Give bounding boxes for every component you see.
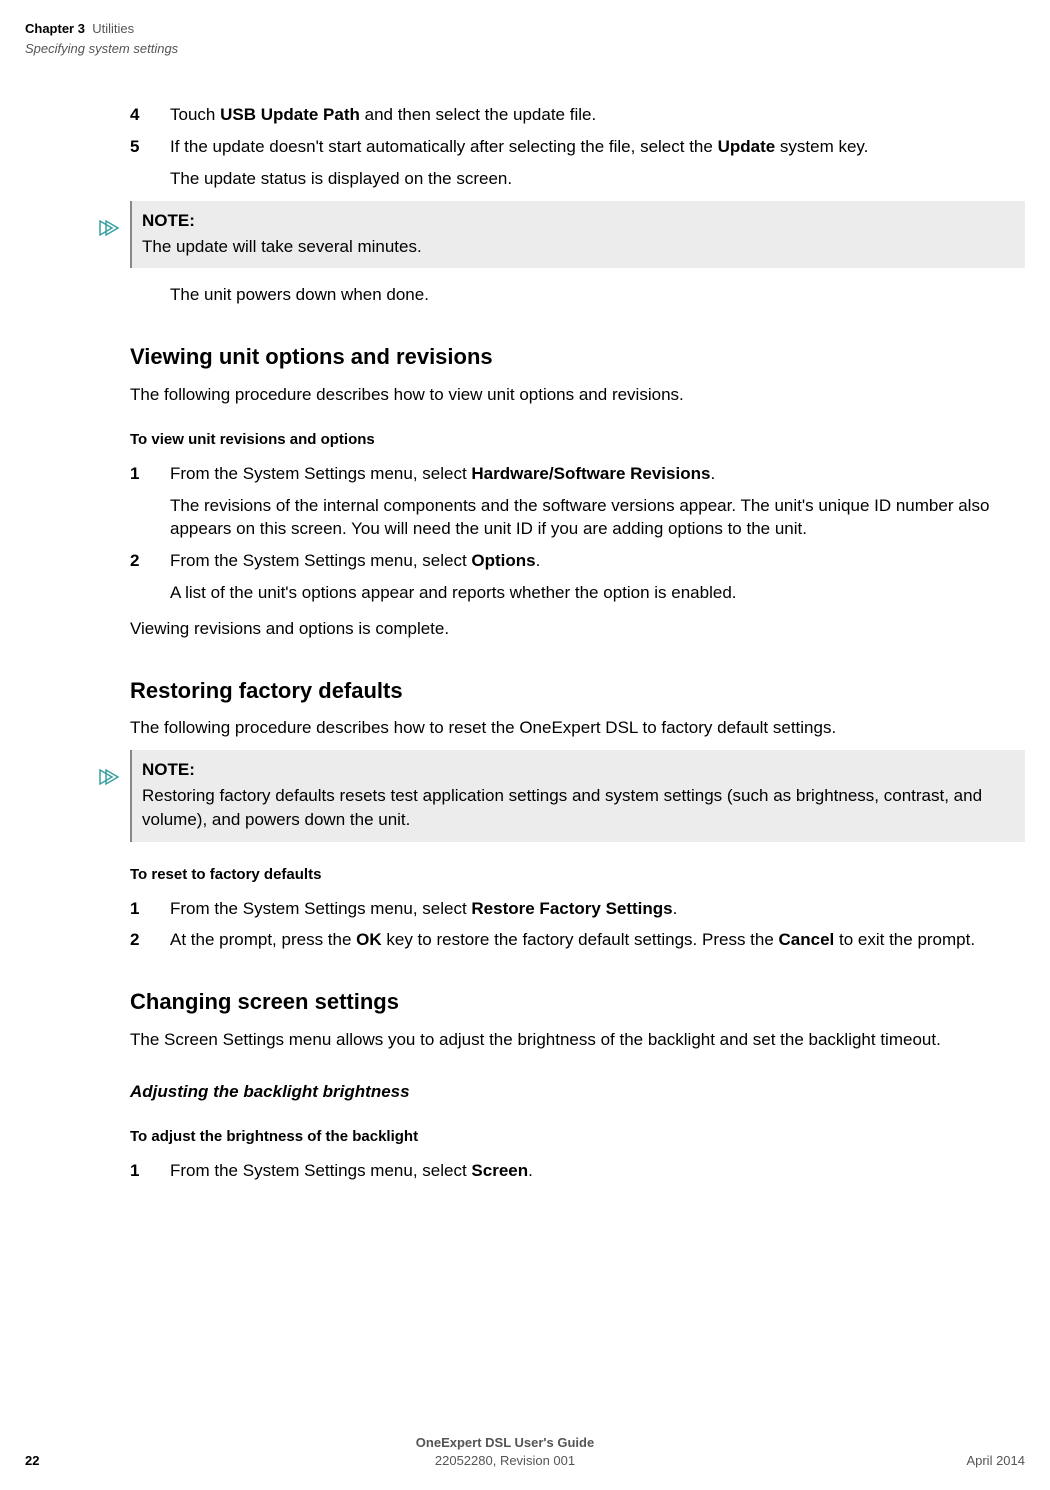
step-text: At the prompt, press the OK key to resto… [170,928,1025,952]
bold-text: Screen [471,1161,528,1180]
text: system key. [775,137,868,156]
text: and then select the update file. [360,105,596,124]
text: . [673,899,678,918]
step-number: 1 [130,1159,170,1183]
text: to exit the prompt. [834,930,975,949]
bold-text: Update [718,137,776,156]
text: . [528,1161,533,1180]
note-text: Restoring factory defaults resets test a… [142,784,1015,832]
bold-text: USB Update Path [220,105,360,124]
task-heading: To view unit revisions and options [130,429,1025,450]
text: key to restore the factory default setti… [382,930,779,949]
step-sub: A list of the unit's options appear and … [170,581,1025,605]
step-number: 1 [130,897,170,921]
note-block: NOTE: The update will take several minut… [90,201,1025,269]
header-section: Specifying system settings [25,40,1025,58]
step-4: 4 Touch USB Update Path and then select … [130,103,1025,127]
step-text: From the System Settings menu, select Re… [170,897,1025,921]
closing-text: Viewing revisions and options is complet… [130,617,1025,641]
section-heading-restoring-defaults: Restoring factory defaults [130,676,1025,707]
step-number: 5 [130,135,170,191]
section-heading-screen-settings: Changing screen settings [130,987,1025,1018]
step-text: Touch USB Update Path and then select th… [170,103,1025,127]
step-text: From the System Settings menu, select Op… [170,549,1025,605]
note-content: NOTE: Restoring factory defaults resets … [130,750,1025,841]
bold-text: Hardware/Software Revisions [471,464,710,483]
step-5: 5 If the update doesn't start automatica… [130,135,1025,191]
main-content: 4 Touch USB Update Path and then select … [130,103,1025,1182]
note-label: NOTE: [142,209,1015,233]
section-intro: The following procedure describes how to… [130,383,1025,407]
step-sub: The revisions of the internal components… [170,494,1025,542]
text: At the prompt, press the [170,930,356,949]
note-arrow-icon [90,750,130,786]
bold-text: OK [356,930,382,949]
task-heading: To reset to factory defaults [130,864,1025,885]
post-note-text: The unit powers down when done. [170,283,1025,307]
chapter-title: Utilities [92,21,134,36]
note-block: NOTE: Restoring factory defaults resets … [90,750,1025,841]
step-1: 1 From the System Settings menu, select … [130,1159,1025,1183]
header-chapter: Chapter 3 Utilities [25,20,1025,38]
step-number: 2 [130,549,170,605]
doc-title: OneExpert DSL User's Guide [85,1434,925,1452]
step-sub: The update status is displayed on the sc… [170,167,1025,191]
sub-heading-backlight: Adjusting the backlight brightness [130,1080,1025,1104]
step-number: 4 [130,103,170,127]
page-footer: 22 OneExpert DSL User's Guide 22052280, … [25,1434,1025,1470]
step-text: From the System Settings menu, select Sc… [170,1159,1025,1183]
text: From the System Settings menu, select [170,1161,471,1180]
note-text: The update will take several minutes. [142,235,1015,259]
section-intro: The Screen Settings menu allows you to a… [130,1028,1025,1052]
step-2: 2 At the prompt, press the OK key to res… [130,928,1025,952]
text: From the System Settings menu, select [170,899,471,918]
text: If the update doesn't start automaticall… [170,137,718,156]
text: From the System Settings menu, select [170,464,471,483]
chapter-label: Chapter 3 [25,21,85,36]
doc-number: 22052280, Revision 001 [85,1452,925,1470]
text: From the System Settings menu, select [170,551,471,570]
step-text: From the System Settings menu, select Ha… [170,462,1025,541]
section-heading-viewing-options: Viewing unit options and revisions [130,342,1025,373]
bold-text: Options [471,551,535,570]
step-number: 1 [130,462,170,541]
step-number: 2 [130,928,170,952]
note-content: NOTE: The update will take several minut… [130,201,1025,269]
section-intro: The following procedure describes how to… [130,716,1025,740]
bold-text: Restore Factory Settings [471,899,672,918]
text: Touch [170,105,220,124]
note-label: NOTE: [142,758,1015,782]
text: . [536,551,541,570]
page-number: 22 [25,1452,85,1470]
footer-center: OneExpert DSL User's Guide 22052280, Rev… [85,1434,925,1470]
doc-date: April 2014 [925,1452,1025,1470]
bold-text: Cancel [779,930,835,949]
step-1: 1 From the System Settings menu, select … [130,462,1025,541]
text: . [710,464,715,483]
step-2: 2 From the System Settings menu, select … [130,549,1025,605]
step-1: 1 From the System Settings menu, select … [130,897,1025,921]
step-text: If the update doesn't start automaticall… [170,135,1025,191]
task-heading: To adjust the brightness of the backligh… [130,1126,1025,1147]
note-arrow-icon [90,201,130,237]
